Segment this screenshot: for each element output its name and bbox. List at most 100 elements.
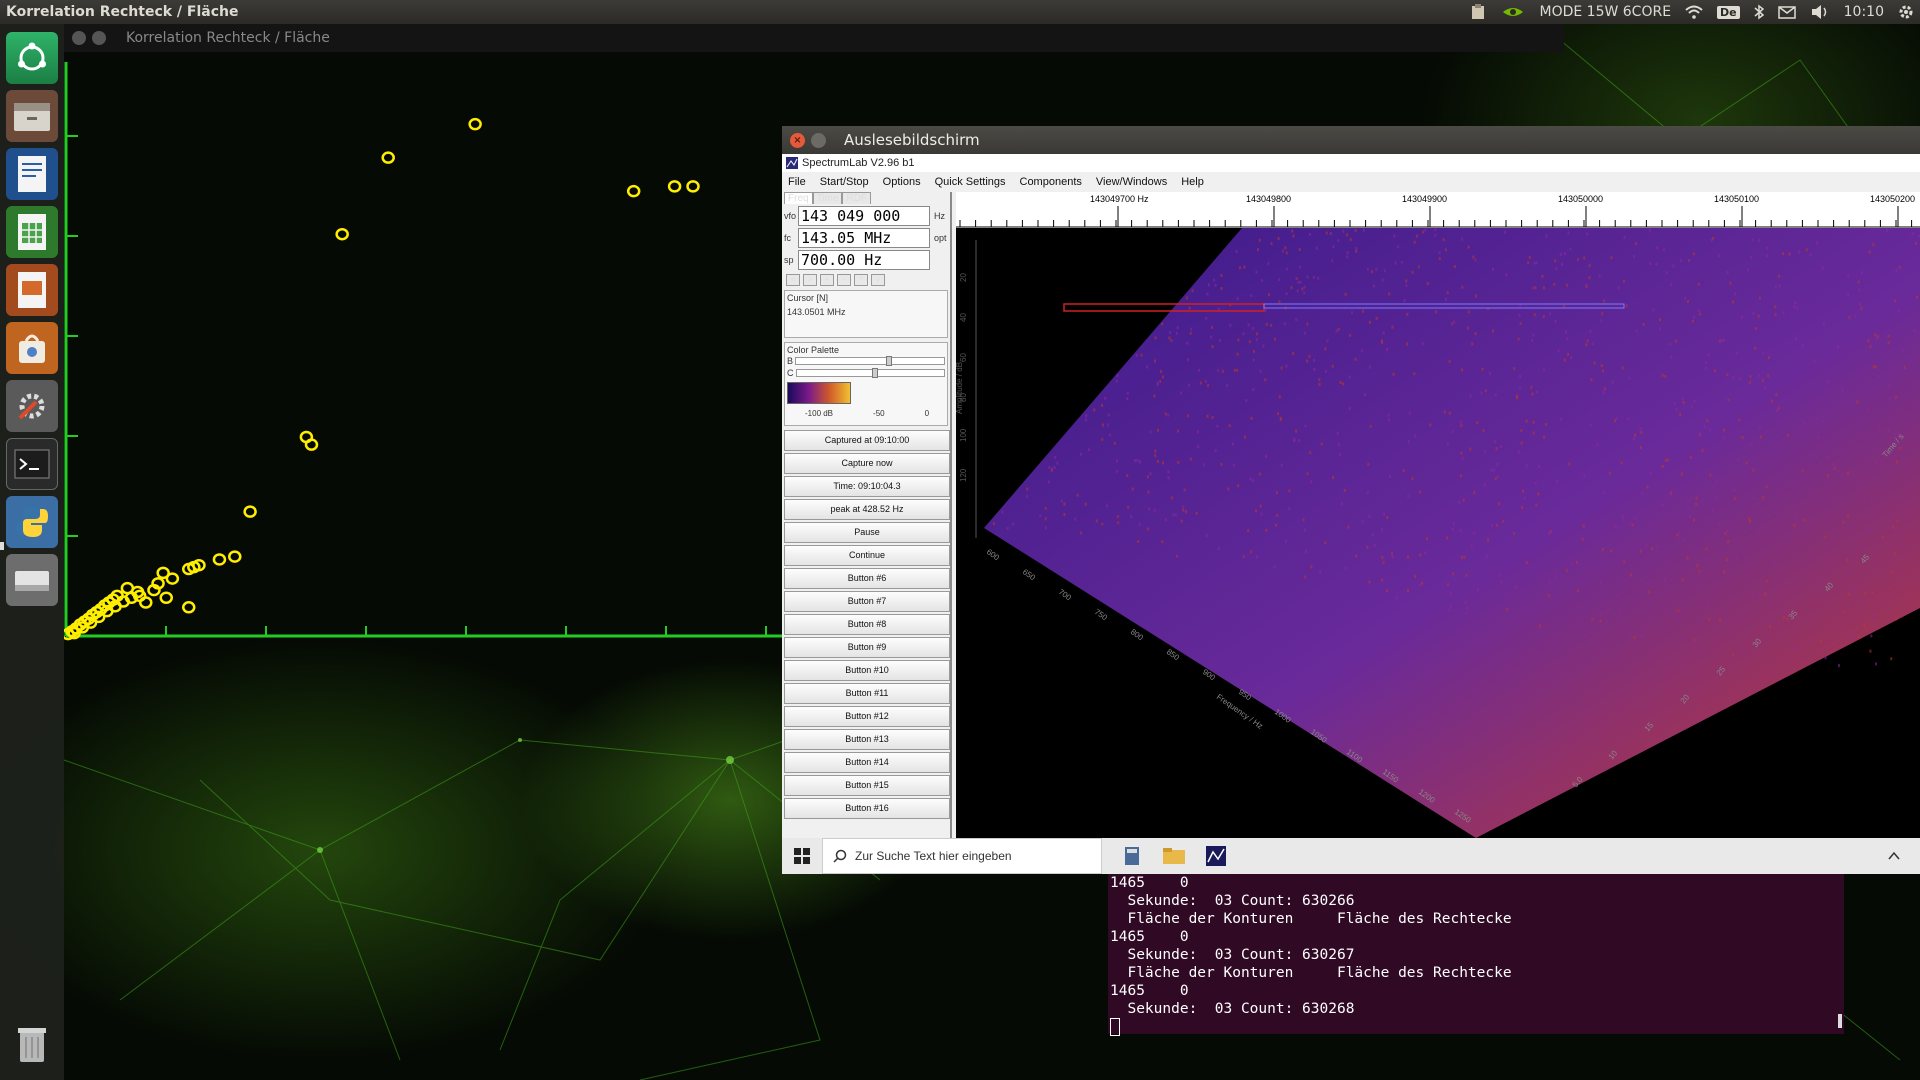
terminal-output[interactable]: 1465 0 Sekunde: 03 Count: 630266 Fläche … (1108, 874, 1844, 1036)
menu-options[interactable]: Options (883, 176, 921, 188)
menu-file[interactable]: File (788, 176, 806, 188)
fc-input[interactable]: 143.05 MHz (798, 228, 930, 248)
bluetooth-icon[interactable] (1754, 4, 1764, 20)
close-icon[interactable] (72, 31, 86, 45)
waterfall-speckle (1265, 528, 1268, 532)
minimize-icon[interactable] (92, 31, 106, 45)
clipboard-icon[interactable] (1469, 4, 1487, 20)
frequency-tick-label: 800 (1129, 627, 1146, 642)
taskbar-search-input[interactable]: Zur Suche Text hier eingeben (822, 838, 1102, 874)
function-button-13[interactable]: Button #13 (784, 729, 950, 750)
function-button-15[interactable]: Button #15 (784, 775, 950, 796)
minimize-icon[interactable] (811, 132, 826, 148)
tab-freq[interactable]: Freq (784, 192, 813, 204)
scroll-right-fast-button[interactable]: > (803, 274, 817, 286)
wifi-icon[interactable] (1685, 5, 1703, 19)
zoom-out-button[interactable]: - (837, 274, 851, 286)
keyboard-layout-badge[interactable]: De (1717, 5, 1740, 19)
ubuntu-dash-icon[interactable] (6, 32, 58, 84)
function-button-6[interactable]: Button #6 (784, 568, 950, 589)
function-button-16[interactable]: Button #16 (784, 798, 950, 819)
brightness-slider[interactable] (795, 356, 945, 366)
function-button-11[interactable]: Button #11 (784, 683, 950, 704)
spectrum-window-titlebar[interactable]: × Auslesebildschirm (782, 126, 1920, 154)
waterfall-speckle (1101, 403, 1104, 407)
software-center-icon[interactable] (6, 322, 58, 374)
scatter-point (212, 553, 227, 566)
scroll-left-fast-button[interactable]: < (786, 274, 800, 286)
waterfall-speckle (1247, 529, 1250, 533)
power-mode-label[interactable]: MODE 15W 6CORE (1539, 4, 1671, 20)
spectrum-lab-icon[interactable] (1206, 846, 1226, 866)
waterfall-speckle (1532, 333, 1535, 337)
waterfall-speckle (1354, 228, 1357, 232)
scroll-down-button[interactable]: v (871, 274, 885, 286)
waterfall-3d-plot[interactable]: 20406080100120Amplitude / dB600650700750… (956, 228, 1920, 838)
scatter-point (228, 550, 242, 563)
clock[interactable]: 10:10 (1844, 4, 1884, 20)
frequency-ruler[interactable]: 143049700 Hz 143049800 143049900 143050000 1… (956, 192, 1920, 228)
waterfall-speckle (1836, 345, 1839, 349)
scroll-up-button[interactable]: ^ (854, 274, 868, 286)
waterfall-speckle (1214, 283, 1217, 287)
close-icon[interactable]: × (790, 132, 805, 148)
system-settings-icon[interactable] (6, 380, 58, 432)
function-button-14[interactable]: Button #14 (784, 752, 950, 773)
writer-icon[interactable] (6, 148, 58, 200)
waterfall-speckle (1786, 433, 1789, 437)
waterfall-speckle (1306, 322, 1309, 326)
function-button-12[interactable]: Button #12 (784, 706, 950, 727)
terminal-scrollbar[interactable] (1838, 1014, 1842, 1028)
function-button-5[interactable]: Continue (784, 545, 950, 566)
terminal-icon[interactable] (6, 438, 58, 490)
waterfall-speckle (1645, 543, 1648, 547)
nvidia-icon[interactable] (1501, 4, 1525, 20)
python-icon[interactable] (6, 496, 58, 548)
sp-input[interactable]: 700.00 Hz (798, 250, 930, 270)
waterfall-speckle (1419, 553, 1422, 557)
function-button-4[interactable]: Pause (784, 522, 950, 543)
chevron-up-icon[interactable] (1888, 850, 1900, 862)
file-explorer-icon[interactable] (1162, 846, 1186, 866)
function-button-1[interactable]: Capture now (784, 453, 950, 474)
drive-icon[interactable] (6, 554, 58, 606)
function-button-2[interactable]: Time: 09:10:04.3 (784, 476, 950, 497)
waterfall-speckle (1361, 349, 1364, 353)
impress-icon[interactable] (6, 264, 58, 316)
volume-icon[interactable] (1810, 4, 1830, 20)
waterfall-speckle (1887, 341, 1890, 345)
waterfall-speckle (1414, 574, 1417, 578)
function-button-8[interactable]: Button #8 (784, 614, 950, 635)
waterfall-speckle (1706, 557, 1709, 561)
menu-components[interactable]: Components (1020, 176, 1082, 188)
waterfall-speckle (1758, 425, 1761, 429)
menu-start-stop[interactable]: Start/Stop (820, 176, 869, 188)
function-button-9[interactable]: Button #9 (784, 637, 950, 658)
waterfall-speckle (1689, 456, 1692, 460)
function-button-3[interactable]: peak at 428.52 Hz (784, 499, 950, 520)
menu-view-windows[interactable]: View/Windows (1096, 176, 1167, 188)
trash-icon[interactable] (6, 1018, 58, 1070)
windows-start-icon[interactable] (794, 848, 810, 864)
gear-icon[interactable] (1898, 4, 1914, 20)
waterfall-speckle (1180, 391, 1183, 395)
calc-icon[interactable] (6, 206, 58, 258)
color-palette-swatch[interactable] (787, 382, 851, 404)
vfo-input[interactable]: 143 049 000 (798, 206, 930, 226)
function-button-0[interactable]: Captured at 09:10:00 (784, 430, 950, 451)
menu-quick-settings[interactable]: Quick Settings (935, 176, 1006, 188)
file-manager-icon[interactable] (6, 90, 58, 142)
tab-rdf[interactable]: RDF (842, 192, 871, 204)
zoom-in-button[interactable]: + (820, 274, 834, 286)
waterfall-speckle (1424, 551, 1427, 555)
calculator-icon[interactable] (1122, 846, 1142, 866)
plot-window-titlebar[interactable]: Korrelation Rechteck / Fläche (64, 24, 1564, 52)
function-button-7[interactable]: Button #7 (784, 591, 950, 612)
contrast-slider[interactable] (795, 368, 945, 378)
tab-time[interactable]: Time (812, 192, 843, 204)
menu-help[interactable]: Help (1181, 176, 1204, 188)
fc-opt-button[interactable]: opt (934, 233, 947, 243)
waterfall-speckle (1568, 462, 1571, 466)
function-button-10[interactable]: Button #10 (784, 660, 950, 681)
mail-icon[interactable] (1777, 5, 1796, 19)
